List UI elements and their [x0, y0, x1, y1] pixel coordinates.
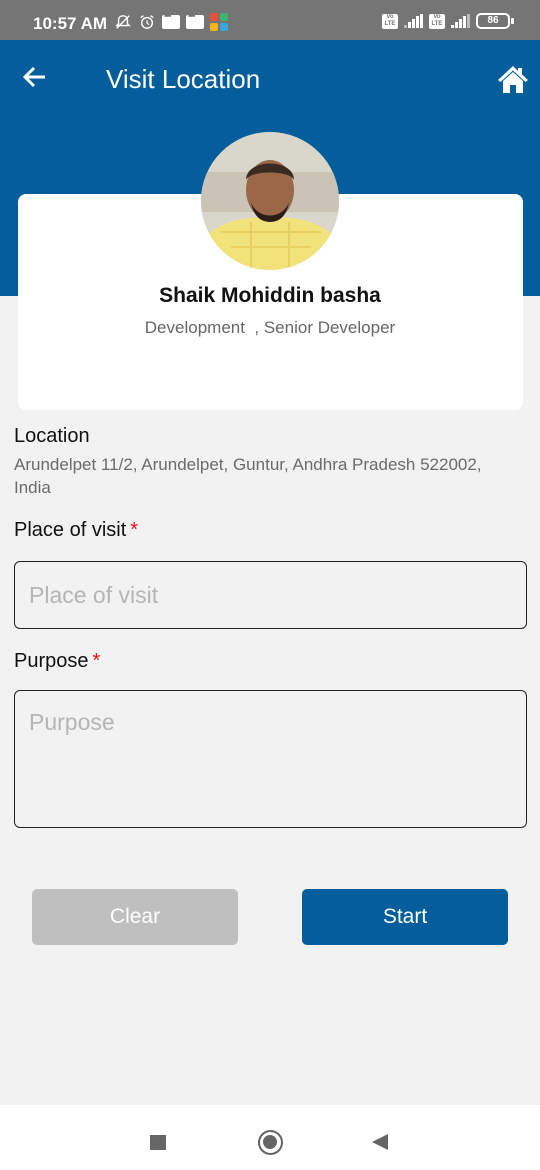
purpose-input[interactable] [14, 690, 527, 828]
arrow-left-icon [22, 66, 45, 88]
status-time: 10:57 AM [33, 14, 108, 33]
purpose-label-text: Purpose [14, 650, 89, 672]
place-of-visit-label-text: Place of visit [14, 519, 127, 541]
alarm-icon [140, 15, 154, 29]
profile-name: Shaik Mohiddin basha [159, 284, 381, 307]
home-icon [498, 66, 528, 93]
location-label: Location [14, 425, 90, 447]
volte-icon: Vo LTE [429, 13, 445, 29]
status-icons-left [114, 11, 228, 31]
battery-icon: 86 [476, 13, 514, 29]
page-title: Visit Location [106, 64, 261, 94]
message-icon [186, 11, 204, 29]
recents-icon[interactable] [150, 1135, 166, 1150]
place-of-visit-input[interactable] [14, 561, 527, 629]
nav-home-icon[interactable] [258, 1130, 283, 1155]
avatar-photo [201, 132, 339, 270]
app-tiles-icon [210, 13, 228, 31]
required-mark: * [92, 650, 101, 672]
clear-button[interactable]: Clear [32, 889, 238, 945]
place-of-visit-label: Place of visit * [14, 519, 138, 542]
start-button[interactable]: Start [302, 889, 508, 945]
home-button[interactable] [496, 62, 530, 96]
system-nav-bar [0, 1105, 540, 1170]
status-bar: 10:57 AM Vo LTE Vo LTE 86 [0, 0, 540, 40]
purpose-label: Purpose * [14, 650, 100, 673]
signal-icon [451, 14, 470, 28]
message-icon [162, 11, 180, 29]
back-button[interactable] [20, 62, 50, 92]
4g-signal-icon [404, 14, 423, 28]
volte-icon: Vo LTE [382, 13, 398, 29]
avatar [201, 132, 339, 270]
notifications-off-icon [115, 15, 131, 29]
required-mark: * [130, 519, 139, 541]
nav-back-icon[interactable] [372, 1134, 388, 1150]
profile-role: Development , Senior Developer [144, 318, 396, 337]
status-icons-right: Vo LTE Vo LTE 86 [382, 13, 514, 29]
location-value: Arundelpet 11/2, Arundelpet, Guntur, And… [14, 455, 482, 497]
